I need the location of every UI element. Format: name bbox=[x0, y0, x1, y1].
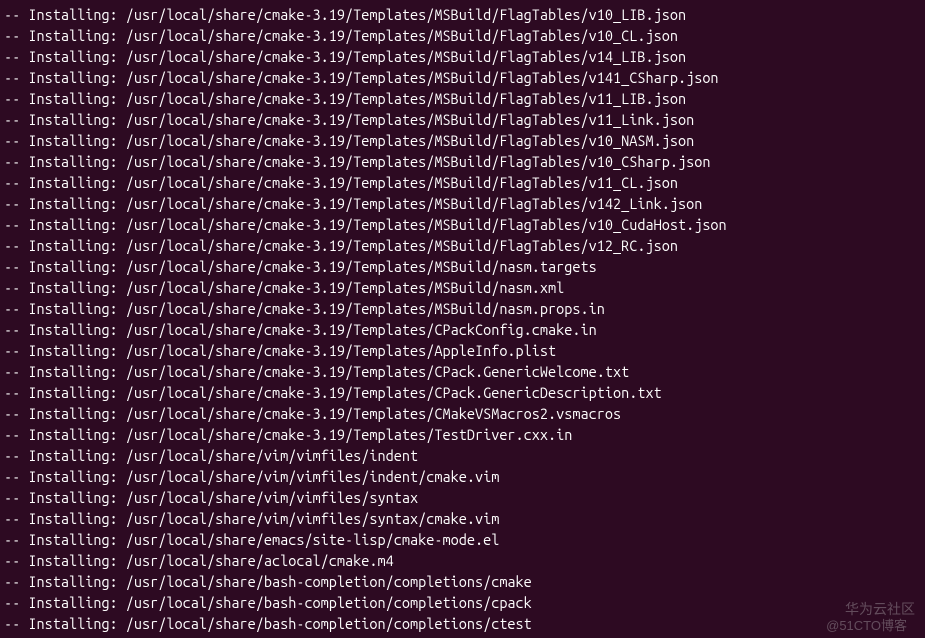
terminal-line: -- Installing: /usr/local/share/cmake-3.… bbox=[4, 25, 925, 46]
terminal-line: -- Installing: /usr/local/share/emacs/si… bbox=[4, 529, 925, 550]
terminal-line: -- Installing: /usr/local/share/cmake-3.… bbox=[4, 67, 925, 88]
terminal-line: -- Installing: /usr/local/share/cmake-3.… bbox=[4, 4, 925, 25]
terminal-line: -- Installing: /usr/local/share/vim/vimf… bbox=[4, 445, 925, 466]
terminal-line: -- Installing: /usr/local/share/vim/vimf… bbox=[4, 487, 925, 508]
terminal-line: -- Installing: /usr/local/share/bash-com… bbox=[4, 613, 925, 634]
terminal-line: -- Installing: /usr/local/share/cmake-3.… bbox=[4, 172, 925, 193]
terminal-line: -- Installing: /usr/local/share/cmake-3.… bbox=[4, 361, 925, 382]
terminal-line: -- Installing: /usr/local/share/vim/vimf… bbox=[4, 466, 925, 487]
terminal-line: -- Installing: /usr/local/share/cmake-3.… bbox=[4, 277, 925, 298]
terminal-line: -- Installing: /usr/local/share/cmake-3.… bbox=[4, 193, 925, 214]
terminal-line: -- Installing: /usr/local/share/bash-com… bbox=[4, 592, 925, 613]
terminal-line: -- Installing: /usr/local/share/cmake-3.… bbox=[4, 46, 925, 67]
terminal-line: -- Installing: /usr/local/share/cmake-3.… bbox=[4, 130, 925, 151]
terminal-line: -- Installing: /usr/local/share/cmake-3.… bbox=[4, 109, 925, 130]
terminal-line: -- Installing: /usr/local/share/cmake-3.… bbox=[4, 298, 925, 319]
terminal-line: -- Installing: /usr/local/share/aclocal/… bbox=[4, 550, 925, 571]
terminal-line: -- Installing: /usr/local/share/cmake-3.… bbox=[4, 424, 925, 445]
terminal-line: -- Installing: /usr/local/share/cmake-3.… bbox=[4, 319, 925, 340]
terminal-line: -- Installing: /usr/local/share/bash-com… bbox=[4, 571, 925, 592]
terminal-line: -- Installing: /usr/local/share/cmake-3.… bbox=[4, 214, 925, 235]
terminal-line: -- Installing: /usr/local/share/cmake-3.… bbox=[4, 151, 925, 172]
terminal-line: -- Installing: /usr/local/share/cmake-3.… bbox=[4, 88, 925, 109]
terminal-line: -- Installing: /usr/local/share/cmake-3.… bbox=[4, 403, 925, 424]
terminal-line: -- Installing: /usr/local/share/cmake-3.… bbox=[4, 235, 925, 256]
terminal-output: -- Installing: /usr/local/share/cmake-3.… bbox=[0, 4, 925, 634]
terminal-line: -- Installing: /usr/local/share/cmake-3.… bbox=[4, 256, 925, 277]
terminal-line: -- Installing: /usr/local/share/vim/vimf… bbox=[4, 508, 925, 529]
terminal-line: -- Installing: /usr/local/share/cmake-3.… bbox=[4, 340, 925, 361]
terminal-line: -- Installing: /usr/local/share/cmake-3.… bbox=[4, 382, 925, 403]
